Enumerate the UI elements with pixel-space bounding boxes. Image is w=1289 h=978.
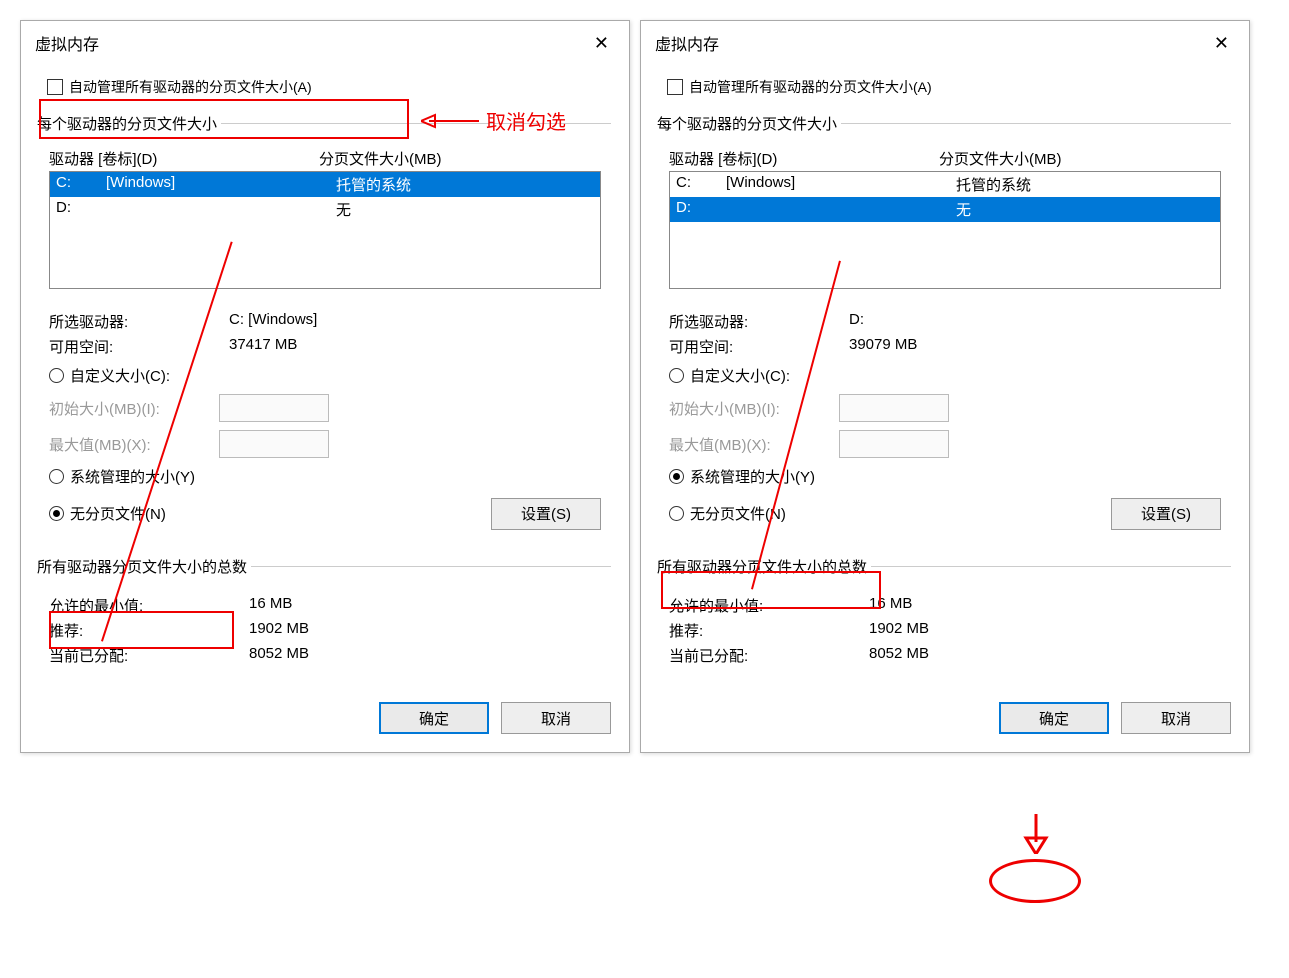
auto-manage-label: 自动管理所有驱动器的分页文件大小(A) — [689, 77, 932, 97]
recommended-row: 推荐: 1902 MB — [49, 620, 601, 641]
drive-row-c[interactable]: C: [Windows] 托管的系统 — [670, 172, 1220, 197]
selected-drive-row: 所选驱动器: D: — [669, 311, 1221, 332]
min-allowed-row: 允许的最小值: 16 MB — [669, 595, 1221, 616]
auto-manage-checkbox[interactable] — [667, 79, 683, 95]
no-paging-radio[interactable]: 无分页文件(N) — [49, 503, 166, 524]
recommended-row: 推荐: 1902 MB — [669, 620, 1221, 641]
initial-size-label: 初始大小(MB)(I): — [669, 398, 839, 419]
dialog-title: 虚拟内存 — [655, 31, 719, 55]
radio-icon — [49, 469, 64, 484]
drive-row-c[interactable]: C: [Windows] 托管的系统 — [50, 172, 600, 197]
radio-icon — [669, 368, 684, 383]
close-icon[interactable]: ✕ — [588, 33, 615, 54]
drive-col-label: 驱动器 [卷标](D) — [669, 148, 939, 169]
totals-legend: 所有驱动器分页文件大小的总数 — [37, 556, 251, 577]
custom-size-radio[interactable]: 自定义大小(C): — [669, 365, 1221, 386]
annotation-circle-ok — [989, 859, 1081, 903]
auto-manage-checkbox[interactable] — [47, 79, 63, 95]
per-drive-legend: 每个驱动器的分页文件大小 — [657, 113, 841, 134]
custom-size-radio[interactable]: 自定义大小(C): — [49, 365, 601, 386]
drive-row-d[interactable]: D: 无 — [50, 197, 600, 222]
close-icon[interactable]: ✕ — [1208, 33, 1235, 54]
ok-button[interactable]: 确定 — [379, 702, 489, 734]
initial-size-input[interactable] — [839, 394, 949, 422]
min-allowed-row: 允许的最小值: 16 MB — [49, 595, 601, 616]
titlebar: 虚拟内存 ✕ — [641, 21, 1249, 71]
annotation-arrow-down-icon — [1021, 814, 1051, 854]
totals-legend: 所有驱动器分页文件大小的总数 — [657, 556, 871, 577]
current-row: 当前已分配: 8052 MB — [49, 645, 601, 666]
radio-icon — [49, 368, 64, 383]
selected-drive-row: 所选驱动器: C: [Windows] — [49, 311, 601, 332]
initial-size-label: 初始大小(MB)(I): — [49, 398, 219, 419]
virtual-memory-dialog-right: 虚拟内存 ✕ 自动管理所有驱动器的分页文件大小(A) 每个驱动器的分页文件大小 … — [640, 20, 1250, 753]
drive-listbox[interactable]: C: [Windows] 托管的系统 D: 无 — [49, 171, 601, 289]
max-size-label: 最大值(MB)(X): — [49, 434, 219, 455]
auto-manage-checkbox-row[interactable]: 自动管理所有驱动器的分页文件大小(A) — [39, 71, 611, 103]
dialog-title: 虚拟内存 — [35, 31, 99, 55]
ok-button[interactable]: 确定 — [999, 702, 1109, 734]
per-drive-group: 每个驱动器的分页文件大小 驱动器 [卷标](D) 分页文件大小(MB) C: [… — [39, 113, 611, 546]
system-managed-radio[interactable]: 系统管理的大小(Y) — [49, 466, 601, 487]
titlebar: 虚拟内存 ✕ — [21, 21, 629, 71]
drive-list-header: 驱动器 [卷标](D) 分页文件大小(MB) — [49, 148, 601, 169]
drive-listbox[interactable]: C: [Windows] 托管的系统 D: 无 — [669, 171, 1221, 289]
max-size-label: 最大值(MB)(X): — [669, 434, 839, 455]
totals-group: 所有驱动器分页文件大小的总数 允许的最小值: 16 MB 推荐: 1902 MB… — [659, 556, 1231, 684]
dialog-footer: 确定 取消 — [641, 694, 1249, 740]
drive-row-d[interactable]: D: 无 — [670, 197, 1220, 222]
max-size-input[interactable] — [219, 430, 329, 458]
totals-group: 所有驱动器分页文件大小的总数 允许的最小值: 16 MB 推荐: 1902 MB… — [39, 556, 611, 684]
current-row: 当前已分配: 8052 MB — [669, 645, 1221, 666]
radio-icon — [669, 469, 684, 484]
radio-icon — [49, 506, 64, 521]
free-space-row: 可用空间: 37417 MB — [49, 336, 601, 357]
system-managed-radio[interactable]: 系统管理的大小(Y) — [669, 466, 1221, 487]
auto-manage-checkbox-row[interactable]: 自动管理所有驱动器的分页文件大小(A) — [659, 71, 1231, 103]
no-paging-radio[interactable]: 无分页文件(N) — [669, 503, 786, 524]
drive-list-header: 驱动器 [卷标](D) 分页文件大小(MB) — [669, 148, 1221, 169]
max-size-input[interactable] — [839, 430, 949, 458]
per-drive-legend: 每个驱动器的分页文件大小 — [37, 113, 221, 134]
dialog-footer: 确定 取消 — [21, 694, 629, 740]
virtual-memory-dialog-left: 虚拟内存 ✕ 自动管理所有驱动器的分页文件大小(A) 每个驱动器的分页文件大小 … — [20, 20, 630, 753]
free-space-row: 可用空间: 39079 MB — [669, 336, 1221, 357]
cancel-button[interactable]: 取消 — [501, 702, 611, 734]
initial-size-input[interactable] — [219, 394, 329, 422]
set-button[interactable]: 设置(S) — [491, 498, 601, 530]
drive-col-label: 驱动器 [卷标](D) — [49, 148, 319, 169]
size-col-label: 分页文件大小(MB) — [319, 148, 601, 169]
radio-icon — [669, 506, 684, 521]
size-col-label: 分页文件大小(MB) — [939, 148, 1221, 169]
cancel-button[interactable]: 取消 — [1121, 702, 1231, 734]
set-button[interactable]: 设置(S) — [1111, 498, 1221, 530]
per-drive-group: 每个驱动器的分页文件大小 驱动器 [卷标](D) 分页文件大小(MB) C: [… — [659, 113, 1231, 546]
auto-manage-label: 自动管理所有驱动器的分页文件大小(A) — [69, 77, 312, 97]
